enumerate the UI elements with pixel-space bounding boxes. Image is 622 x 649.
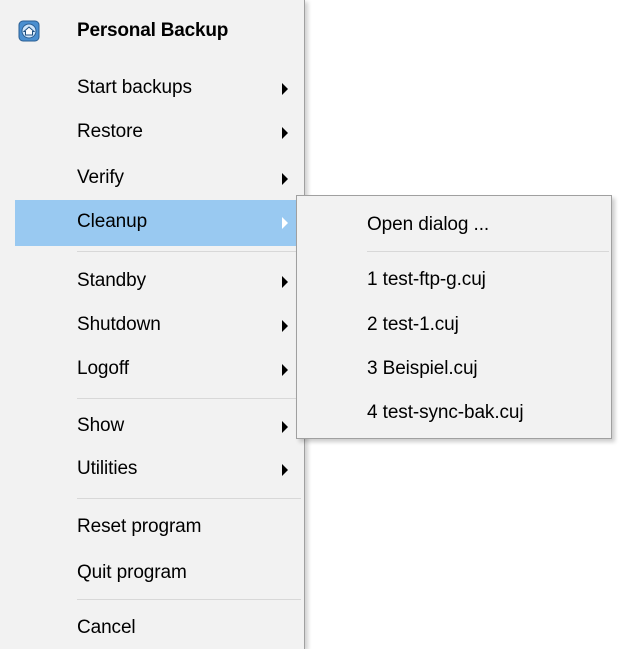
menu-item-label: Restore (77, 121, 143, 142)
menu-item-label: Utilities (77, 458, 138, 479)
context-menu: Personal Backup Start backups Restore Ve… (0, 0, 305, 649)
menu-separator (77, 251, 301, 252)
submenu-arrow-icon (282, 364, 288, 376)
screen: Personal Backup Start backups Restore Ve… (0, 0, 622, 649)
submenu-arrow-icon (282, 83, 288, 95)
menu-separator (77, 398, 301, 399)
menu-item-cancel[interactable]: Cancel (15, 606, 304, 649)
menu-item-shutdown[interactable]: Shutdown (15, 303, 304, 349)
menu-item-label: Verify (77, 167, 124, 188)
menu-item-cleanup[interactable]: Cleanup (15, 200, 304, 246)
menu-item-reset-program[interactable]: Reset program (15, 505, 304, 551)
menu-separator (77, 498, 301, 499)
submenu-item-label: 1 test-ftp-g.cuj (367, 269, 486, 290)
cleanup-submenu: Open dialog ... 1 test-ftp-g.cuj 2 test-… (296, 195, 612, 439)
personal-backup-house-icon (18, 20, 40, 42)
menu-item-standby[interactable]: Standby (15, 259, 304, 305)
submenu-item-label: 3 Beispiel.cuj (367, 358, 478, 379)
menu-item-verify[interactable]: Verify (15, 156, 304, 202)
submenu-item-job[interactable]: 4 test-sync-bak.cuj (297, 392, 611, 436)
menu-item-label: Cancel (77, 617, 136, 638)
menu-item-label: Logoff (77, 358, 129, 379)
submenu-item-job[interactable]: 3 Beispiel.cuj (297, 348, 611, 392)
submenu-item-job[interactable]: 2 test-1.cuj (297, 304, 611, 348)
menu-item-label: Cleanup (77, 211, 148, 232)
submenu-item-open-dialog[interactable]: Open dialog ... (297, 204, 611, 248)
menu-item-quit-program[interactable]: Quit program (15, 551, 304, 597)
submenu-arrow-icon (282, 127, 288, 139)
submenu-item-label: 2 test-1.cuj (367, 314, 459, 335)
submenu-arrow-icon (282, 276, 288, 288)
menu-item-start-backups[interactable]: Start backups (15, 66, 304, 112)
submenu-arrow-icon (282, 421, 288, 433)
menu-item-label: Standby (77, 270, 147, 291)
menu-item-logoff[interactable]: Logoff (15, 347, 304, 393)
submenu-item-label: 4 test-sync-bak.cuj (367, 402, 524, 423)
menu-separator (77, 599, 301, 600)
menu-item-label: Quit program (77, 562, 187, 583)
menu-item-show[interactable]: Show (15, 404, 304, 450)
submenu-item-label: Open dialog ... (367, 214, 490, 235)
menu-header: Personal Backup (0, 8, 304, 54)
menu-title: Personal Backup (77, 20, 229, 41)
submenu-arrow-icon (282, 217, 288, 229)
menu-item-label: Shutdown (77, 314, 161, 335)
menu-item-label: Start backups (77, 77, 192, 98)
submenu-arrow-icon (282, 320, 288, 332)
menu-item-label: Show (77, 415, 125, 436)
submenu-item-job[interactable]: 1 test-ftp-g.cuj (297, 259, 611, 303)
menu-item-utilities[interactable]: Utilities (15, 447, 304, 493)
menu-item-label: Reset program (77, 516, 202, 537)
menu-item-restore[interactable]: Restore (15, 110, 304, 156)
submenu-arrow-icon (282, 173, 288, 185)
submenu-arrow-icon (282, 464, 288, 476)
submenu-separator (367, 251, 609, 252)
